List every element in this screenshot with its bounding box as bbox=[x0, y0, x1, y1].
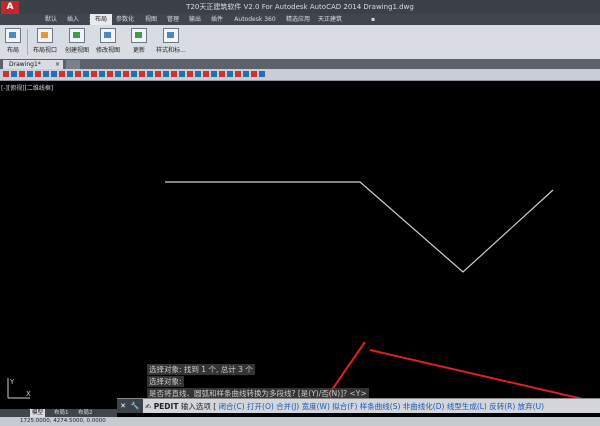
tab-layout2[interactable]: 布局2 bbox=[76, 409, 95, 417]
tool-icon[interactable] bbox=[3, 71, 9, 77]
tab-featured-apps[interactable]: 精选应用 bbox=[283, 14, 313, 25]
tab-manage[interactable]: 管理 bbox=[162, 14, 184, 25]
ribbon-divider bbox=[27, 29, 28, 55]
tool-icon[interactable] bbox=[139, 71, 145, 77]
modify-view-button[interactable]: 修改视图 bbox=[94, 27, 122, 57]
prompt-icon: ✍ bbox=[145, 402, 152, 411]
coordinate-readout: 1725.0000, 4274.5000, 0.0000 bbox=[20, 418, 106, 424]
tab-layout1[interactable]: 布局1 bbox=[52, 409, 71, 417]
update-button[interactable]: 更新 bbox=[128, 27, 150, 57]
tool-icon[interactable] bbox=[75, 71, 81, 77]
command-history-line: 选择对象: bbox=[147, 376, 184, 387]
document-tab-bar: Drawing1* × bbox=[0, 59, 600, 69]
tool-icon[interactable] bbox=[99, 71, 105, 77]
style-icon bbox=[163, 28, 179, 43]
tool-icon[interactable] bbox=[123, 71, 129, 77]
tool-icon[interactable] bbox=[155, 71, 161, 77]
ucs-x-label: X bbox=[26, 390, 31, 398]
tool-icon[interactable] bbox=[43, 71, 49, 77]
command-options[interactable]: 闭合(C) 打开(O) 合并(J) 宽度(W) 拟合(F) 样条曲线(S) 非曲… bbox=[219, 402, 544, 411]
doc-tab-drawing1[interactable]: Drawing1* × bbox=[3, 60, 63, 69]
tool-icon[interactable] bbox=[227, 71, 233, 77]
command-name: PEDIT bbox=[153, 402, 179, 411]
tool-icon[interactable] bbox=[59, 71, 65, 77]
layout-button[interactable]: 布局 bbox=[3, 27, 23, 57]
tool-icon[interactable] bbox=[171, 71, 177, 77]
tool-icon[interactable] bbox=[163, 71, 169, 77]
title-bar: A T20天正建筑软件 V2.0 For Autodesk AutoCAD 20… bbox=[0, 0, 600, 14]
tool-icon[interactable] bbox=[83, 71, 89, 77]
tab-autodesk360[interactable]: Autodesk 360 bbox=[230, 14, 280, 25]
viewport-icon bbox=[37, 28, 53, 43]
tool-icon[interactable] bbox=[91, 71, 97, 77]
tool-icon[interactable] bbox=[67, 71, 73, 77]
drawn-polyline[interactable] bbox=[165, 181, 554, 273]
tool-icon[interactable] bbox=[11, 71, 17, 77]
tab-more[interactable]: ▪ bbox=[368, 14, 378, 25]
tab-output[interactable]: 输出 bbox=[184, 14, 206, 25]
tool-icon[interactable] bbox=[195, 71, 201, 77]
ribbon-panel: 布局 布局视口 创建视图 修改视图 更新 样式和标... bbox=[0, 25, 600, 60]
create-view-icon bbox=[69, 28, 85, 43]
tool-icon[interactable] bbox=[107, 71, 113, 77]
window-title: T20天正建筑软件 V2.0 For Autodesk AutoCAD 2014… bbox=[186, 3, 414, 11]
modify-view-icon bbox=[100, 28, 116, 43]
tool-icon[interactable] bbox=[19, 71, 25, 77]
tool-icon[interactable] bbox=[51, 71, 57, 77]
tool-icon[interactable] bbox=[259, 71, 265, 77]
annotation-arrow bbox=[369, 349, 584, 398]
command-line-buttons: ✕ 🔧 bbox=[117, 399, 143, 413]
create-view-button[interactable]: 创建视图 bbox=[63, 27, 91, 57]
style-and-standards-button[interactable]: 样式和标... bbox=[154, 27, 188, 57]
tab-layout[interactable]: 布局 bbox=[90, 14, 112, 25]
command-prompt[interactable]: ✍ PEDIT 输入选项 [ 闭合(C) 打开(O) 合并(J) 宽度(W) 拟… bbox=[145, 401, 544, 412]
command-prefix: 输入选项 [ bbox=[180, 402, 217, 411]
update-icon bbox=[131, 28, 147, 43]
layout-tab-bar: 模型 布局1 布局2 bbox=[0, 409, 117, 417]
ucs-icon: Y X bbox=[7, 378, 31, 399]
tool-icon[interactable] bbox=[211, 71, 217, 77]
new-tab-button[interactable] bbox=[66, 60, 80, 69]
tab-tangent-architecture[interactable]: 天正建筑 bbox=[315, 14, 345, 25]
tool-icon[interactable] bbox=[27, 71, 33, 77]
tool-icon[interactable] bbox=[115, 71, 121, 77]
tab-parametric[interactable]: 参数化 bbox=[112, 14, 138, 25]
tab-plugins[interactable]: 插件 bbox=[206, 14, 228, 25]
tool-icon[interactable] bbox=[235, 71, 241, 77]
tool-icon[interactable] bbox=[147, 71, 153, 77]
close-icon[interactable]: × bbox=[55, 60, 60, 69]
tool-icon[interactable] bbox=[203, 71, 209, 77]
tool-icon[interactable] bbox=[187, 71, 193, 77]
drawing-canvas[interactable] bbox=[0, 80, 600, 398]
status-bar: 1725.0000, 4274.5000, 0.0000 bbox=[0, 417, 600, 426]
tab-model[interactable]: 模型 bbox=[30, 409, 46, 417]
tool-icon[interactable] bbox=[243, 71, 249, 77]
tool-icon[interactable] bbox=[251, 71, 257, 77]
ribbon-tab-bar: 默认 插入 注释 布局 参数化 视图 管理 输出 插件 Autodesk 360… bbox=[0, 14, 600, 25]
tool-icon[interactable] bbox=[35, 71, 41, 77]
tab-default[interactable]: 默认 bbox=[40, 14, 62, 25]
command-history-line: 选择对象: 找到 1 个, 总计 3 个 bbox=[147, 364, 255, 375]
layout-viewport-button[interactable]: 布局视口 bbox=[31, 27, 59, 57]
command-line[interactable]: ✕ 🔧 ✍ PEDIT 输入选项 [ 闭合(C) 打开(O) 合并(J) 宽度(W… bbox=[117, 398, 600, 413]
tool-icon[interactable] bbox=[179, 71, 185, 77]
tab-view[interactable]: 视图 bbox=[140, 14, 162, 25]
tab-insert[interactable]: 插入 bbox=[62, 14, 84, 25]
wrench-icon[interactable]: 🔧 bbox=[129, 399, 141, 413]
ucs-y-label: Y bbox=[9, 378, 15, 386]
tool-icon[interactable] bbox=[219, 71, 225, 77]
layout-icon bbox=[5, 28, 21, 43]
close-icon[interactable]: ✕ bbox=[117, 399, 129, 413]
tool-icon[interactable] bbox=[131, 71, 137, 77]
viewport-controls-label[interactable]: [-][俯视][二维线框] bbox=[1, 83, 53, 92]
